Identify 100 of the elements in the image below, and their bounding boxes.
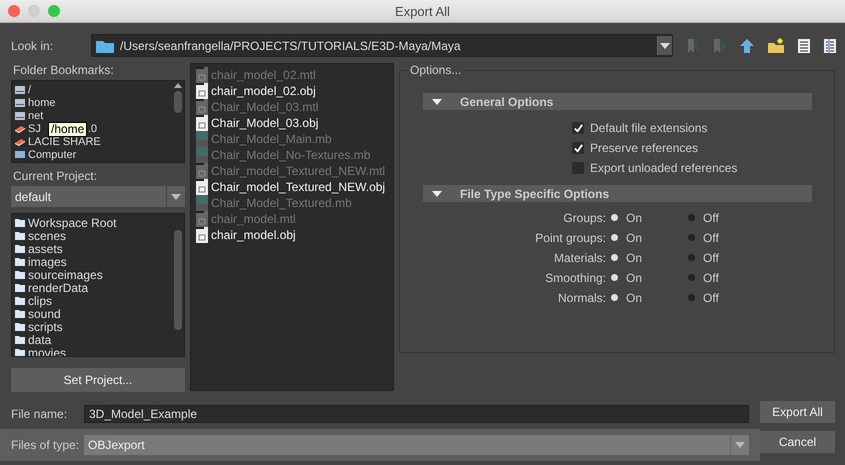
folder-item[interactable]: Workspace Root <box>15 216 172 229</box>
folder-item[interactable]: data <box>15 333 172 346</box>
radio-button[interactable] <box>611 214 618 221</box>
scrollbar-thumb[interactable] <box>174 91 182 113</box>
drive-icon <box>15 124 25 134</box>
radio-label: On <box>626 290 642 304</box>
checkbox-label: Default file extensions <box>590 121 708 135</box>
back-icon[interactable] <box>687 38 701 54</box>
folder-icon <box>96 38 114 52</box>
file-item[interactable]: chair_model.obj <box>196 227 393 243</box>
file-icon <box>196 131 208 147</box>
project-dropdown[interactable]: default <box>11 186 185 207</box>
file-icon <box>196 163 208 179</box>
bookmark-item[interactable]: LACIE SHARE <box>28 136 101 148</box>
forward-icon[interactable] <box>713 38 727 54</box>
bookmark-item[interactable]: home <box>28 96 56 108</box>
radio-label: Off <box>703 290 719 304</box>
radio-label: On <box>626 230 642 244</box>
option-label: Smoothing: <box>544 270 606 284</box>
options-title: Options... <box>408 64 464 77</box>
radio-label: On <box>626 250 642 264</box>
folder-item[interactable]: scenes <box>15 229 172 242</box>
file-icon <box>196 147 208 163</box>
file-icon <box>196 115 208 131</box>
folder-item[interactable]: renderData <box>15 281 172 294</box>
folder-item[interactable]: scripts <box>15 320 172 333</box>
checkbox[interactable] <box>572 122 584 134</box>
folder-item[interactable]: sourceimages <box>15 268 172 281</box>
file-name-label: File name: <box>11 407 68 421</box>
up-arrow-icon[interactable] <box>739 38 755 54</box>
drive-icon <box>15 84 25 94</box>
file-icon <box>196 83 208 99</box>
folder-item[interactable]: assets <box>15 242 172 255</box>
new-folder-icon[interactable] <box>767 38 785 54</box>
file-icon <box>196 227 208 243</box>
scroll-up-icon[interactable] <box>174 83 182 88</box>
radio-button[interactable] <box>611 274 618 281</box>
file-icon <box>196 179 208 195</box>
file-icon <box>196 195 208 211</box>
radio-button[interactable] <box>688 234 695 241</box>
bookmarks-label: Folder Bookmarks: <box>13 63 115 77</box>
radio-label: Off <box>703 230 719 244</box>
monitor-icon <box>15 150 25 160</box>
zoom-button[interactable] <box>48 5 60 17</box>
radio-button[interactable] <box>688 214 695 221</box>
caret-icon <box>735 442 745 448</box>
option-label: Materials: <box>552 250 606 264</box>
bookmark-item[interactable]: Computer <box>28 148 76 160</box>
minimize-button[interactable] <box>28 5 40 17</box>
detail-view-icon[interactable] <box>823 38 837 54</box>
folder-item[interactable]: clips <box>15 294 172 307</box>
drive-icon <box>15 110 25 120</box>
option-label: Normals: <box>556 290 606 304</box>
section-header[interactable]: General Options <box>423 93 812 110</box>
folder-item[interactable]: images <box>15 255 172 268</box>
checkbox[interactable] <box>572 162 584 174</box>
radio-button[interactable] <box>688 274 695 281</box>
bookmark-item[interactable]: net <box>28 110 44 122</box>
option-label: Point groups: <box>534 230 606 244</box>
drive-icon <box>15 136 25 146</box>
file-icon <box>196 211 208 227</box>
look-in-label: Look in: <box>11 38 54 52</box>
bookmark-item[interactable]: .0 <box>88 122 98 134</box>
radio-label: Off <box>703 210 719 224</box>
radio-button[interactable] <box>688 294 695 301</box>
section-header[interactable]: File Type Specific Options <box>423 185 812 202</box>
file-name-field[interactable]: 3D_Model_Example <box>84 405 749 423</box>
radio-label: On <box>626 210 642 224</box>
current-project-label: Current Project: <box>13 169 98 183</box>
close-button[interactable] <box>8 5 20 17</box>
option-label: Groups: <box>562 210 606 224</box>
checkbox-label: Export unloaded references <box>590 161 738 175</box>
triangle-icon <box>432 98 442 104</box>
file-icon <box>196 67 208 83</box>
scrollbar-thumb[interactable] <box>174 230 182 330</box>
set-project-button[interactable]: Set Project... <box>11 368 185 392</box>
drive-icon <box>15 98 25 108</box>
checkbox[interactable] <box>572 142 584 154</box>
radio-label: Off <box>703 270 719 284</box>
folder-item[interactable]: sound <box>15 307 172 320</box>
bookmark-item[interactable]: SJ <box>28 122 41 134</box>
file-item[interactable]: chair_model_02.obj <box>196 83 393 99</box>
radio-label: Off <box>703 250 719 264</box>
checkbox-label: Preserve references <box>590 141 698 155</box>
list-view-icon[interactable] <box>797 38 811 54</box>
cancel-button[interactable]: Cancel <box>760 431 835 453</box>
file-type-dropdown[interactable]: OBJexport <box>84 435 749 455</box>
radio-button[interactable] <box>611 294 618 301</box>
radio-button[interactable] <box>611 254 618 261</box>
path-dropdown[interactable]: /Users/seanfrangella/PROJECTS/TUTORIALS/E3D-Maya/Maya <box>91 34 673 57</box>
tooltip: /home <box>48 122 88 137</box>
files-of-type-label: Files of type: <box>11 438 80 452</box>
radio-button[interactable] <box>688 254 695 261</box>
file-item[interactable]: Chair_Model_03.obj <box>196 115 393 131</box>
caret-icon <box>171 194 181 200</box>
file-icon <box>196 99 208 115</box>
radio-button[interactable] <box>611 234 618 241</box>
bookmark-item[interactable]: / <box>28 84 32 96</box>
file-item[interactable]: Chair_model_Textured_NEW.obj <box>196 179 393 195</box>
export-button[interactable]: Export All <box>760 401 835 423</box>
